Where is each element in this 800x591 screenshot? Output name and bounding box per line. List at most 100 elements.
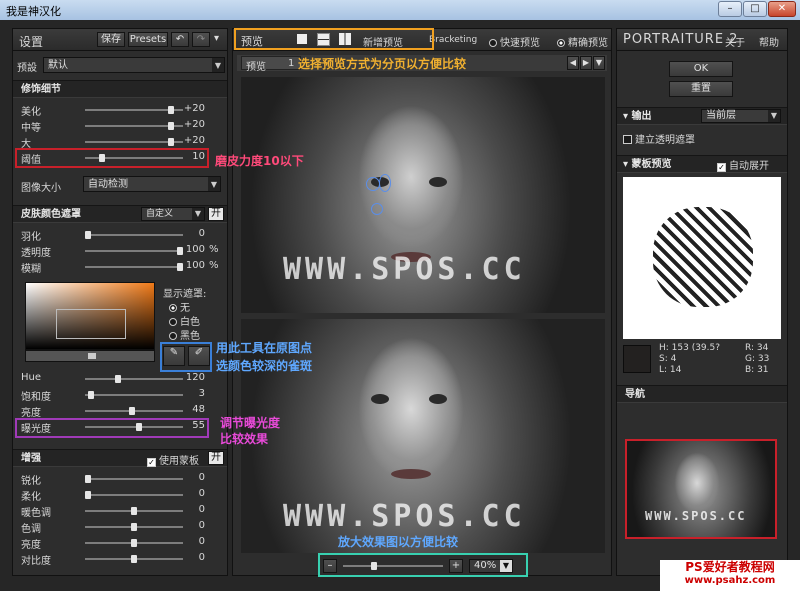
tab-next-icon[interactable]: ▶: [580, 56, 592, 70]
slider-track[interactable]: [85, 523, 183, 531]
slider-handle[interactable]: [131, 539, 137, 547]
slider-value[interactable]: +20: [183, 135, 205, 146]
tab-menu-icon[interactable]: ▼: [593, 56, 605, 70]
skin-color-picker[interactable]: [25, 282, 155, 350]
slider-track[interactable]: [85, 106, 183, 114]
slider-value[interactable]: 100: [183, 244, 205, 255]
presets-button[interactable]: Presets: [128, 32, 168, 47]
skin-mode-select[interactable]: 自定义 ▼: [141, 207, 205, 221]
settings-panel: 设置 保存 Presets ↶ ↷ ▾ 预設 默认 ▼ 修饰细节 美化 +20 中等…: [12, 28, 228, 576]
eye-shape: [371, 394, 389, 404]
mask-option-radio[interactable]: 白色: [169, 313, 200, 328]
slider-handle[interactable]: [85, 491, 91, 499]
slider-track[interactable]: [85, 122, 183, 130]
annotation-zoom: 放大效果图以方便比较: [338, 535, 459, 549]
redo-icon[interactable]: ↷: [192, 32, 210, 47]
reset-button[interactable]: 重置: [669, 81, 733, 97]
checkbox-checked-icon: ✓: [717, 163, 726, 172]
ok-button[interactable]: OK: [669, 61, 733, 77]
slider-track[interactable]: [85, 231, 183, 239]
slider-value[interactable]: 100: [183, 260, 205, 271]
preview-watermark: WWW.SPOS.CC: [283, 499, 526, 534]
freckle-marker: [371, 203, 383, 215]
slider-value[interactable]: 0: [183, 228, 205, 239]
slider-handle[interactable]: [167, 138, 174, 146]
skin-color-scrub[interactable]: [25, 350, 155, 362]
preset-label: 预設: [17, 63, 37, 74]
slider-handle[interactable]: [87, 391, 94, 399]
slider-handle[interactable]: [129, 407, 136, 415]
preset-select[interactable]: 默认 ▼: [43, 57, 225, 73]
minimize-button[interactable]: –: [718, 1, 742, 17]
slider-value[interactable]: 0: [183, 552, 205, 563]
menu-dropdown-icon[interactable]: ▾: [214, 33, 219, 44]
slider-value[interactable]: 0: [183, 520, 205, 531]
slider-track[interactable]: [85, 391, 183, 399]
nav-watermark: WWW.SPOS.CC: [645, 509, 747, 523]
tab-prev-icon[interactable]: ◀: [567, 56, 579, 70]
annotation-threshold: 磨皮力度10以下: [215, 154, 304, 168]
slider-handle[interactable]: [167, 122, 174, 130]
slider-value[interactable]: 120: [183, 372, 205, 383]
slider-label: 亮度: [21, 540, 41, 551]
info-b: B: 31: [745, 365, 769, 375]
slider-value[interactable]: 0: [183, 472, 205, 483]
bracketing-button[interactable]: Bracketing: [429, 35, 477, 45]
slider-track[interactable]: [85, 263, 183, 271]
slider-track[interactable]: [85, 475, 183, 483]
navigator-thumbnail[interactable]: WWW.SPOS.CC: [625, 439, 777, 539]
slider-handle[interactable]: [131, 507, 137, 515]
slider-track[interactable]: [85, 539, 183, 547]
help-button[interactable]: 帮助: [759, 34, 779, 49]
close-button[interactable]: ✕: [768, 1, 796, 17]
slider-handle[interactable]: [85, 475, 91, 483]
slider-value[interactable]: 0: [183, 504, 205, 515]
slider-track[interactable]: [85, 138, 183, 146]
slider-label: Hue: [21, 372, 42, 383]
auto-expand-checkbox[interactable]: ✓ 自动展开: [717, 157, 769, 172]
image-size-select[interactable]: 自动检测 ▼: [83, 176, 221, 192]
maximize-button[interactable]: □: [743, 1, 767, 17]
slider-track[interactable]: [85, 375, 183, 383]
slider-track[interactable]: [85, 555, 183, 563]
slider-value[interactable]: +20: [183, 103, 205, 114]
slider-handle[interactable]: [167, 106, 174, 114]
slider-value[interactable]: +20: [183, 119, 205, 130]
slider-handle[interactable]: [131, 555, 137, 563]
slider-track[interactable]: [85, 247, 183, 255]
skin-color-range[interactable]: [56, 309, 126, 339]
preview-image-original[interactable]: WWW.SPOS.CC: [241, 77, 605, 313]
mask-option-radio[interactable]: 无: [169, 299, 190, 314]
slider-label: 透明度: [21, 248, 51, 259]
create-mask-checkbox[interactable]: 建立透明遮罩: [623, 131, 695, 146]
slider-value[interactable]: 0: [183, 536, 205, 547]
slider-value[interactable]: 48: [183, 404, 205, 415]
output-select[interactable]: 当前层 ▼: [701, 109, 781, 123]
slider-handle[interactable]: [115, 375, 122, 383]
navigator-header[interactable]: 导航: [617, 385, 787, 403]
quick-preview-radio[interactable]: 快速预览: [489, 34, 540, 49]
slider-track[interactable]: [85, 507, 183, 515]
enhance-toggle-button[interactable]: 开: [208, 451, 224, 465]
lips-shape: [391, 469, 431, 479]
slider-value[interactable]: 0: [183, 488, 205, 499]
save-button[interactable]: 保存: [97, 32, 125, 47]
radio-icon: [169, 318, 177, 326]
skin-scrub-handle[interactable]: [88, 353, 96, 359]
about-button[interactable]: 关于: [725, 34, 745, 49]
use-mask-checkbox[interactable]: ✓ 使用蒙板: [147, 452, 199, 467]
mask-option-radio[interactable]: 黑色: [169, 327, 200, 342]
skin-toggle-button[interactable]: 开: [208, 207, 224, 221]
preview-tab-1[interactable]: 预览 1: [241, 56, 301, 73]
detail-section-header[interactable]: 修饰细节: [13, 80, 227, 98]
precise-preview-radio[interactable]: 精确预览: [557, 34, 608, 49]
right-panel: PORTRAITURE 2 关于 帮助 OK 重置 ▾ 输出 当前层 ▼ 建立透明…: [616, 28, 788, 576]
slider-value[interactable]: 3: [183, 388, 205, 399]
undo-icon[interactable]: ↶: [171, 32, 189, 47]
eyedropper-highlight: [160, 342, 212, 372]
slider-track[interactable]: [85, 407, 183, 415]
slider-track[interactable]: [85, 491, 183, 499]
slider-handle[interactable]: [85, 231, 91, 239]
exposure-highlight: [15, 418, 209, 438]
slider-handle[interactable]: [131, 523, 137, 531]
